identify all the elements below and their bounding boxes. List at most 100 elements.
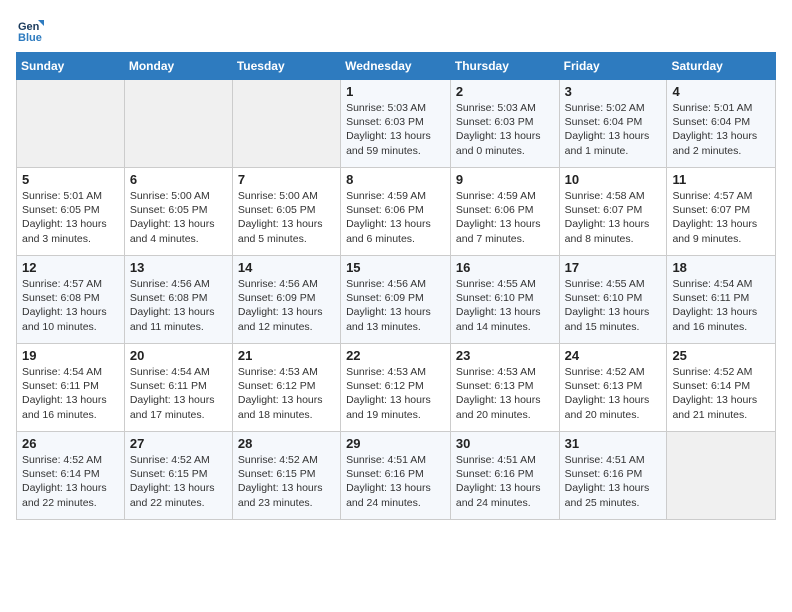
calendar-cell: 15 Sunrise: 4:56 AMSunset: 6:09 PMDayligh… (341, 256, 451, 344)
day-info: Sunrise: 5:00 AMSunset: 6:05 PMDaylight:… (130, 189, 227, 246)
calendar-week-row: 1 Sunrise: 5:03 AMSunset: 6:03 PMDaylight… (17, 80, 776, 168)
calendar-week-row: 26Sunrise: 4:52 AMSunset: 6:14 PMDayligh… (17, 432, 776, 520)
day-info: Sunrise: 4:51 AMSunset: 6:16 PMDaylight:… (456, 453, 554, 510)
day-number: 7 (238, 172, 335, 187)
calendar-cell (17, 80, 125, 168)
day-info: Sunrise: 4:56 AMSunset: 6:09 PMDaylight:… (238, 277, 335, 334)
weekday-label: Monday (124, 53, 232, 80)
calendar-cell (232, 80, 340, 168)
page-header: Gen Blue (16, 16, 776, 44)
day-info: Sunrise: 4:51 AMSunset: 6:16 PMDaylight:… (565, 453, 662, 510)
calendar-cell: 7 Sunrise: 5:00 AMSunset: 6:05 PMDaylight… (232, 168, 340, 256)
day-number: 15 (346, 260, 445, 275)
calendar-cell: 16 Sunrise: 4:55 AMSunset: 6:10 PMDayligh… (450, 256, 559, 344)
day-info: Sunrise: 4:52 AMSunset: 6:14 PMDaylight:… (672, 365, 770, 422)
day-info: Sunrise: 5:00 AMSunset: 6:05 PMDaylight:… (238, 189, 335, 246)
calendar-cell: 27 Sunrise: 4:52 AMSunset: 6:15 PMDayligh… (124, 432, 232, 520)
day-info: Sunrise: 4:55 AMSunset: 6:10 PMDaylight:… (565, 277, 662, 334)
day-info: Sunrise: 4:56 AMSunset: 6:09 PMDaylight:… (346, 277, 445, 334)
calendar-table: SundayMondayTuesdayWednesdayThursdayFrid… (16, 52, 776, 520)
calendar-cell: 11Sunrise: 4:57 AMSunset: 6:07 PMDayligh… (667, 168, 776, 256)
day-info: Sunrise: 4:53 AMSunset: 6:13 PMDaylight:… (456, 365, 554, 422)
day-number: 4 (672, 84, 770, 99)
weekday-label: Friday (559, 53, 667, 80)
day-number: 16 (456, 260, 554, 275)
day-number: 19 (22, 348, 119, 363)
day-info: Sunrise: 4:55 AMSunset: 6:10 PMDaylight:… (456, 277, 554, 334)
logo-icon: Gen Blue (16, 16, 44, 44)
day-number: 27 (130, 436, 227, 451)
day-info: Sunrise: 4:59 AMSunset: 6:06 PMDaylight:… (346, 189, 445, 246)
day-info: Sunrise: 4:54 AMSunset: 6:11 PMDaylight:… (672, 277, 770, 334)
day-info: Sunrise: 4:59 AMSunset: 6:06 PMDaylight:… (456, 189, 554, 246)
day-number: 12 (22, 260, 119, 275)
day-info: Sunrise: 4:53 AMSunset: 6:12 PMDaylight:… (238, 365, 335, 422)
day-number: 8 (346, 172, 445, 187)
calendar-cell: 19 Sunrise: 4:54 AMSunset: 6:11 PMDayligh… (17, 344, 125, 432)
day-number: 21 (238, 348, 335, 363)
day-info: Sunrise: 4:51 AMSunset: 6:16 PMDaylight:… (346, 453, 445, 510)
weekday-label: Tuesday (232, 53, 340, 80)
calendar-cell: 28 Sunrise: 4:52 AMSunset: 6:15 PMDayligh… (232, 432, 340, 520)
day-info: Sunrise: 4:52 AMSunset: 6:15 PMDaylight:… (130, 453, 227, 510)
day-number: 3 (565, 84, 662, 99)
weekday-label: Saturday (667, 53, 776, 80)
calendar-cell: 2 Sunrise: 5:03 AMSunset: 6:03 PMDaylight… (450, 80, 559, 168)
weekday-label: Sunday (17, 53, 125, 80)
day-number: 28 (238, 436, 335, 451)
day-info: Sunrise: 5:02 AMSunset: 6:04 PMDaylight:… (565, 101, 662, 158)
day-info: Sunrise: 5:03 AMSunset: 6:03 PMDaylight:… (346, 101, 445, 158)
calendar-body: 1 Sunrise: 5:03 AMSunset: 6:03 PMDaylight… (17, 80, 776, 520)
day-number: 17 (565, 260, 662, 275)
day-number: 24 (565, 348, 662, 363)
calendar-cell: 3 Sunrise: 5:02 AMSunset: 6:04 PMDaylight… (559, 80, 667, 168)
day-info: Sunrise: 5:01 AMSunset: 6:05 PMDaylight:… (22, 189, 119, 246)
calendar-cell: 9 Sunrise: 4:59 AMSunset: 6:06 PMDaylight… (450, 168, 559, 256)
calendar-week-row: 12 Sunrise: 4:57 AMSunset: 6:08 PMDayligh… (17, 256, 776, 344)
day-number: 5 (22, 172, 119, 187)
calendar-cell: 18 Sunrise: 4:54 AMSunset: 6:11 PMDayligh… (667, 256, 776, 344)
day-info: Sunrise: 4:58 AMSunset: 6:07 PMDaylight:… (565, 189, 662, 246)
day-number: 9 (456, 172, 554, 187)
calendar-cell: 29Sunrise: 4:51 AMSunset: 6:16 PMDayligh… (341, 432, 451, 520)
calendar-cell: 8 Sunrise: 4:59 AMSunset: 6:06 PMDaylight… (341, 168, 451, 256)
day-info: Sunrise: 4:52 AMSunset: 6:15 PMDaylight:… (238, 453, 335, 510)
calendar-cell: 23 Sunrise: 4:53 AMSunset: 6:13 PMDayligh… (450, 344, 559, 432)
weekday-header-row: SundayMondayTuesdayWednesdayThursdayFrid… (17, 53, 776, 80)
day-number: 18 (672, 260, 770, 275)
day-info: Sunrise: 4:53 AMSunset: 6:12 PMDaylight:… (346, 365, 445, 422)
day-number: 31 (565, 436, 662, 451)
day-info: Sunrise: 5:01 AMSunset: 6:04 PMDaylight:… (672, 101, 770, 158)
calendar-cell: 25 Sunrise: 4:52 AMSunset: 6:14 PMDayligh… (667, 344, 776, 432)
day-info: Sunrise: 4:54 AMSunset: 6:11 PMDaylight:… (22, 365, 119, 422)
day-info: Sunrise: 5:03 AMSunset: 6:03 PMDaylight:… (456, 101, 554, 158)
calendar-cell (667, 432, 776, 520)
day-number: 23 (456, 348, 554, 363)
weekday-label: Wednesday (341, 53, 451, 80)
calendar-cell: 31 Sunrise: 4:51 AMSunset: 6:16 PMDayligh… (559, 432, 667, 520)
day-number: 10 (565, 172, 662, 187)
day-number: 1 (346, 84, 445, 99)
day-number: 14 (238, 260, 335, 275)
day-info: Sunrise: 4:52 AMSunset: 6:14 PMDaylight:… (22, 453, 119, 510)
day-info: Sunrise: 4:57 AMSunset: 6:08 PMDaylight:… (22, 277, 119, 334)
calendar-cell: 1 Sunrise: 5:03 AMSunset: 6:03 PMDaylight… (341, 80, 451, 168)
calendar-cell: 17 Sunrise: 4:55 AMSunset: 6:10 PMDayligh… (559, 256, 667, 344)
calendar-cell: 20Sunrise: 4:54 AMSunset: 6:11 PMDayligh… (124, 344, 232, 432)
calendar-cell: 14 Sunrise: 4:56 AMSunset: 6:09 PMDayligh… (232, 256, 340, 344)
calendar-cell: 10 Sunrise: 4:58 AMSunset: 6:07 PMDayligh… (559, 168, 667, 256)
day-number: 25 (672, 348, 770, 363)
calendar-cell: 13Sunrise: 4:56 AMSunset: 6:08 PMDayligh… (124, 256, 232, 344)
day-info: Sunrise: 4:54 AMSunset: 6:11 PMDaylight:… (130, 365, 227, 422)
day-number: 2 (456, 84, 554, 99)
logo: Gen Blue (16, 16, 48, 44)
calendar-cell: 30 Sunrise: 4:51 AMSunset: 6:16 PMDayligh… (450, 432, 559, 520)
day-number: 11 (672, 172, 770, 187)
calendar-cell: 4 Sunrise: 5:01 AMSunset: 6:04 PMDaylight… (667, 80, 776, 168)
weekday-label: Thursday (450, 53, 559, 80)
calendar-cell: 24Sunrise: 4:52 AMSunset: 6:13 PMDayligh… (559, 344, 667, 432)
calendar-cell: 26Sunrise: 4:52 AMSunset: 6:14 PMDayligh… (17, 432, 125, 520)
calendar-cell: 12 Sunrise: 4:57 AMSunset: 6:08 PMDayligh… (17, 256, 125, 344)
svg-text:Blue: Blue (18, 32, 42, 44)
day-number: 30 (456, 436, 554, 451)
